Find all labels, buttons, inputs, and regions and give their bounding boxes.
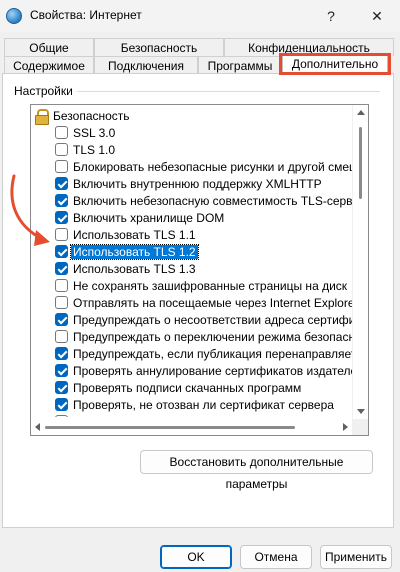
setting-row[interactable]: Проверять подписи скачанных программ [31, 379, 353, 397]
setting-label: Блокировать небезопасные рисунки и друго… [73, 160, 353, 174]
setting-label: Использовать TLS 1.3 [73, 262, 196, 276]
setting-label: Включить внутреннюю поддержку XMLHTTP [73, 177, 322, 191]
restore-advanced-settings-button[interactable]: Восстановить дополнительные параметры [140, 450, 373, 491]
setting-checkbox[interactable] [55, 245, 68, 258]
setting-row[interactable]: Предупреждать, если публикация перенапра… [31, 345, 353, 363]
ok-button[interactable]: OK [160, 545, 232, 569]
setting-label: Проверять, не отозван ли сертификат серв… [73, 398, 334, 412]
setting-label: Отправлять на посещаемые через Internet … [73, 296, 353, 310]
setting-row[interactable]: Включить внутреннюю поддержку XMLHTTP [31, 175, 353, 193]
setting-label: Предупреждать, если публикация перенапра… [73, 347, 353, 361]
setting-checkbox[interactable] [55, 364, 68, 377]
setting-checkbox[interactable] [55, 177, 68, 190]
tab-programs[interactable]: Программы [198, 56, 282, 74]
category-row-security: Безопасность [31, 107, 353, 125]
setting-row[interactable]: Отправлять на посещаемые через Internet … [31, 294, 353, 312]
setting-label: Проверять аннулирование сертификатов изд… [73, 364, 353, 378]
setting-row[interactable]: Проверять, не отозван ли сертификат серв… [31, 396, 353, 414]
setting-label: Проверять подписи скачанных программ [73, 381, 302, 395]
setting-checkbox[interactable] [55, 228, 68, 241]
setting-row[interactable]: TLS 1.0 [31, 141, 353, 159]
setting-label: Включить хранилище DOM [73, 211, 225, 225]
setting-row[interactable]: Проверять аннулирование сертификатов изд… [31, 362, 353, 380]
setting-row[interactable]: Предупреждать о переключении режима безо… [31, 328, 353, 346]
lock-icon [35, 109, 49, 125]
tab-security[interactable]: Безопасность [94, 38, 224, 56]
setting-checkbox[interactable] [55, 262, 68, 275]
setting-checkbox[interactable] [55, 160, 68, 173]
setting-row[interactable]: Использовать TLS 1.1 [31, 226, 353, 244]
setting-checkbox[interactable] [55, 279, 68, 292]
setting-row[interactable]: Не сохранять зашифрованные страницы на д… [31, 277, 353, 295]
setting-checkbox[interactable] [55, 398, 68, 411]
scrollbar-corner [352, 419, 368, 435]
tab-general[interactable]: Общие [4, 38, 94, 56]
setting-label: Предупреждать о несоответствии адреса се… [73, 313, 353, 327]
close-button[interactable]: ✕ [354, 0, 400, 32]
setting-label: Не сохранять зашифрованные страницы на д… [73, 279, 348, 293]
tab-connections[interactable]: Подключения [94, 56, 198, 74]
vertical-scrollbar[interactable] [352, 105, 368, 419]
scroll-down-icon[interactable] [357, 409, 365, 414]
scroll-up-icon[interactable] [357, 110, 365, 115]
setting-checkbox[interactable] [55, 330, 68, 343]
tab-content[interactable]: Содержимое [4, 56, 94, 74]
setting-checkbox[interactable] [55, 143, 68, 156]
help-button[interactable]: ? [308, 0, 354, 32]
scroll-left-icon[interactable] [35, 423, 40, 431]
setting-row[interactable]: Включить небезопасную совместимость TLS-… [31, 192, 353, 210]
scroll-right-icon[interactable] [343, 423, 348, 431]
setting-row[interactable]: Предупреждать о несоответствии адреса се… [31, 311, 353, 329]
settings-group-label: Настройки [14, 84, 77, 98]
setting-checkbox[interactable] [55, 194, 68, 207]
setting-label: SSL 3.0 [73, 126, 116, 140]
horizontal-scrollbar[interactable] [31, 419, 368, 435]
group-divider [68, 91, 380, 92]
setting-label: Предупреждать о переключении режима безо… [73, 330, 353, 344]
setting-row[interactable]: Использовать TLS 1.3 [31, 260, 353, 278]
setting-checkbox[interactable] [55, 415, 68, 417]
setting-label: Использовать TLS 1.1 [73, 228, 196, 242]
window-title: Свойства: Интернет [30, 8, 142, 22]
internet-globe-icon [6, 8, 22, 24]
setting-row[interactable]: Разрешать выполнение или установку прогр… [31, 413, 353, 417]
setting-label: Разрешать выполнение или установку прогр… [73, 415, 353, 417]
setting-row[interactable]: Блокировать небезопасные рисунки и друго… [31, 158, 353, 176]
setting-row[interactable]: SSL 3.0 [31, 124, 353, 142]
setting-row[interactable]: Использовать TLS 1.2 [31, 243, 353, 261]
setting-checkbox[interactable] [55, 347, 68, 360]
category-label: Безопасность [53, 109, 130, 123]
setting-checkbox[interactable] [55, 313, 68, 326]
horizontal-scroll-thumb[interactable] [45, 426, 295, 429]
tab-advanced[interactable]: Дополнительно [282, 54, 388, 75]
setting-label: Включить небезопасную совместимость TLS-… [73, 194, 353, 208]
setting-label: TLS 1.0 [73, 143, 116, 157]
setting-row[interactable]: Включить хранилище DOM [31, 209, 353, 227]
settings-list[interactable]: Безопасность SSL 3.0 TLS 1.0 Блокировать н… [30, 104, 369, 436]
cancel-button[interactable]: Отмена [240, 545, 312, 569]
apply-button[interactable]: Применить [320, 545, 392, 569]
title-bar: Свойства: Интернет ? ✕ [0, 0, 400, 32]
setting-checkbox[interactable] [55, 126, 68, 139]
setting-label: Использовать TLS 1.2 [70, 244, 199, 260]
setting-checkbox[interactable] [55, 381, 68, 394]
setting-checkbox[interactable] [55, 296, 68, 309]
setting-checkbox[interactable] [55, 211, 68, 224]
vertical-scroll-thumb[interactable] [359, 127, 362, 199]
settings-list-content: Безопасность SSL 3.0 TLS 1.0 Блокировать н… [31, 105, 353, 417]
